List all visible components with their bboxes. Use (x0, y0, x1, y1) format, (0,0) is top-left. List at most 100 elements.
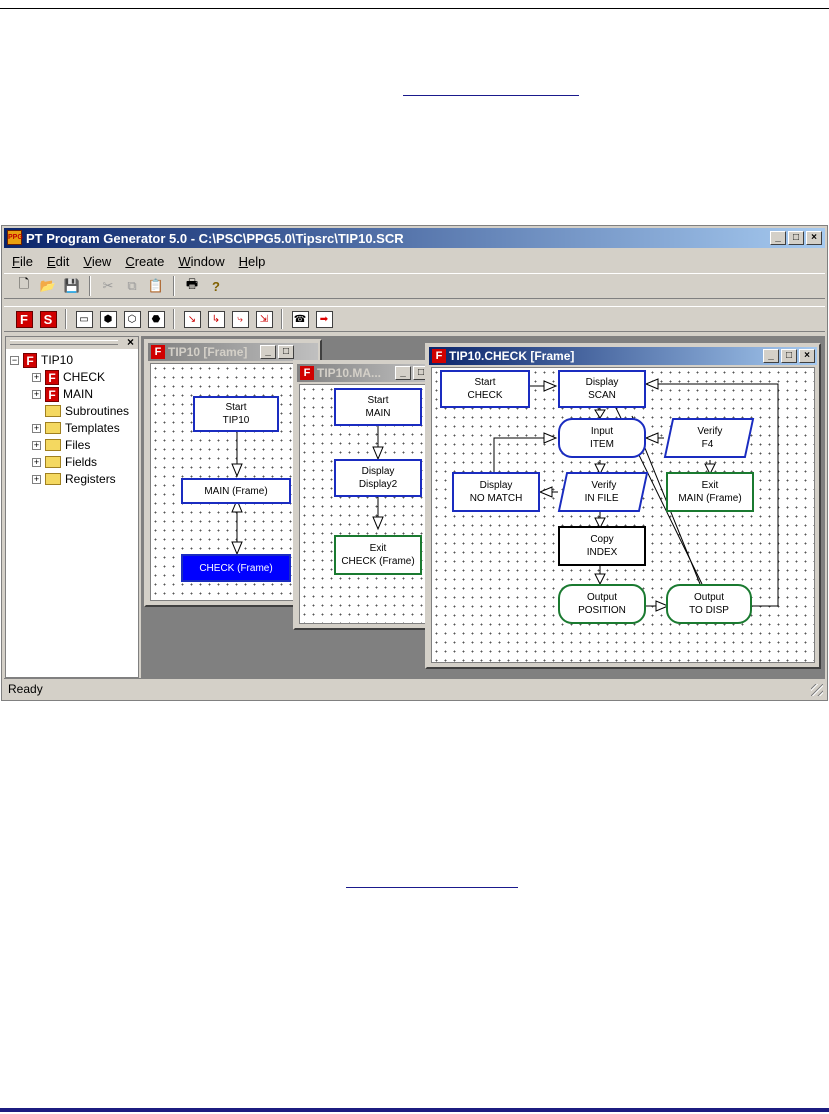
link-underline-bottom[interactable] (346, 887, 518, 888)
node-start-check[interactable]: Start CHECK (440, 370, 530, 408)
cut-icon[interactable]: ✂ (98, 276, 118, 296)
panel-grip[interactable] (10, 340, 118, 345)
node-line2: IN FILE (584, 493, 619, 504)
branch-tool-icon[interactable]: ↳ (206, 309, 226, 329)
frame-icon: F (300, 366, 314, 380)
tree-item-main[interactable]: + F MAIN (32, 386, 93, 402)
menu-file[interactable]: File (12, 254, 33, 269)
tree-item-label: MAIN (63, 387, 93, 401)
tree-root[interactable]: − F TIP10 (10, 352, 73, 368)
new-file-icon[interactable]: 🗋 (14, 276, 34, 296)
tree-close-icon[interactable]: × (127, 335, 134, 349)
node-main-frame[interactable]: MAIN (Frame) (181, 478, 291, 504)
menu-create[interactable]: Create (125, 254, 164, 269)
node-exit-check-frame[interactable]: Exit CHECK (Frame) (334, 535, 422, 575)
exit-tool-icon[interactable]: ⇲ (254, 309, 274, 329)
display-tool-icon[interactable]: ▭ (74, 309, 94, 329)
app-window: PPG PT Program Generator 5.0 - C:\PSC\PP… (1, 225, 828, 701)
node-line1: Exit (369, 543, 387, 554)
maximize-icon[interactable]: □ (278, 345, 294, 359)
collapse-icon[interactable]: − (10, 355, 19, 365)
node-display-nomatch[interactable]: Display NO MATCH (452, 472, 540, 512)
menu-edit[interactable]: Edit (47, 254, 69, 269)
subroutine-icon[interactable]: S (38, 309, 58, 329)
tree-item-registers[interactable]: + Registers (32, 471, 116, 487)
phone-icon[interactable]: ☎ (290, 309, 310, 329)
menu-window[interactable]: Window (178, 254, 224, 269)
node-verify-f4[interactable]: Verify F4 (663, 418, 755, 458)
node-verify-infile[interactable]: Verify IN FILE (557, 472, 649, 512)
tree-item-files[interactable]: + Files (32, 437, 90, 453)
node-display-scan[interactable]: Display SCAN (558, 370, 646, 408)
expand-icon[interactable]: + (32, 423, 41, 433)
open-folder-icon[interactable]: 📂 (38, 276, 58, 296)
jump-tool-icon[interactable]: ⤷ (230, 309, 250, 329)
node-line1: Output (586, 592, 618, 603)
node-output-to-disp[interactable]: Output TO DISP (666, 584, 752, 624)
frame-icon: F (432, 349, 446, 363)
menu-view[interactable]: View (83, 254, 111, 269)
tree-item-fields[interactable]: + Fields (32, 454, 97, 470)
main-frame-window[interactable]: F TIP10.MA... _ □ Start MAIN Display Dis… (293, 360, 433, 630)
link-underline-top[interactable] (403, 95, 579, 96)
node-line2: CHECK (467, 390, 503, 401)
toolbar-separator (65, 309, 67, 329)
tree-item-subroutines[interactable]: Subroutines (45, 403, 129, 419)
toolbar-separator (89, 276, 91, 296)
main-canvas[interactable]: Start MAIN Display Display2 Exit CHECK (… (299, 384, 427, 624)
expand-icon[interactable]: + (32, 457, 41, 467)
check-frame-window[interactable]: F TIP10.CHECK [Frame] _ □ × Start CHECK … (425, 343, 821, 669)
node-copy-index[interactable]: Copy INDEX (558, 526, 646, 566)
close-icon[interactable]: × (799, 349, 815, 363)
input-tool-icon[interactable]: ⬢ (98, 309, 118, 329)
frame-icon: F (45, 369, 59, 385)
output-tool-icon[interactable]: ⬣ (146, 309, 166, 329)
save-icon[interactable]: 💾 (62, 276, 82, 296)
expand-icon[interactable]: + (32, 372, 41, 382)
toolbar-separator (173, 276, 175, 296)
close-icon[interactable]: × (806, 231, 822, 245)
node-exit-main-frame[interactable]: Exit MAIN (Frame) (666, 472, 754, 512)
tree-item-templates[interactable]: + Templates (32, 420, 120, 436)
node-line1: Verify (591, 480, 617, 491)
expand-icon[interactable]: + (32, 389, 41, 399)
create-toolbar: F S ▭ ⬢ ⬡ ⬣ ↘ ↳ ⤷ ⇲ ☎ ➡ (4, 306, 825, 332)
paste-icon[interactable]: 📋 (146, 276, 166, 296)
maximize-icon[interactable]: □ (781, 349, 797, 363)
app-icon: PPG (7, 230, 23, 245)
minimize-icon[interactable]: _ (260, 345, 276, 359)
tip10-canvas[interactable]: Start TIP10 MAIN (Frame) CHECK (Frame) (150, 363, 316, 601)
run-arrow-icon[interactable]: ➡ (314, 309, 334, 329)
node-input-item[interactable]: Input ITEM (558, 418, 646, 458)
tree-root-label: TIP10 (41, 353, 74, 367)
node-output-position[interactable]: Output POSITION (558, 584, 646, 624)
minimize-icon[interactable]: _ (770, 231, 786, 245)
node-line1: Start (225, 402, 247, 413)
copy-icon[interactable]: ⧉ (122, 276, 142, 296)
check-canvas[interactable]: Start CHECK Display SCAN Input ITEM Veri… (431, 367, 815, 663)
minimize-icon[interactable]: _ (395, 366, 411, 380)
app-titlebar[interactable]: PPG PT Program Generator 5.0 - C:\PSC\PP… (4, 228, 825, 248)
maximize-icon[interactable]: □ (788, 231, 804, 245)
tree-item-check[interactable]: + F CHECK (32, 369, 105, 385)
menubar: File Edit View Create Window Help (4, 250, 825, 272)
expand-icon[interactable]: + (32, 440, 41, 450)
node-line2: INDEX (586, 547, 618, 558)
tree-item-label: Subroutines (65, 404, 130, 418)
node-display-display2[interactable]: Display Display2 (334, 459, 422, 497)
frame-icon[interactable]: F (14, 309, 34, 329)
verify-tool-icon[interactable]: ⬡ (122, 309, 142, 329)
node-check-frame-selected[interactable]: CHECK (Frame) (181, 554, 291, 582)
node-start-main[interactable]: Start MAIN (334, 388, 422, 426)
tree-item-label: Fields (65, 455, 98, 469)
menu-help[interactable]: Help (239, 254, 266, 269)
expand-icon[interactable]: + (32, 474, 41, 484)
minimize-icon[interactable]: _ (763, 349, 779, 363)
link-tool-icon[interactable]: ↘ (182, 309, 202, 329)
check-titlebar[interactable]: F TIP10.CHECK [Frame] (429, 347, 817, 365)
node-start-tip10[interactable]: Start TIP10 (193, 396, 279, 432)
help-icon[interactable]: ? (206, 276, 226, 296)
print-icon[interactable]: 🖶 (182, 276, 202, 296)
resize-grip-icon[interactable] (811, 684, 823, 696)
mdi-workspace: F TIP10 [Frame] _ □ Start TIP10 MAIN (Fr… (141, 336, 825, 678)
